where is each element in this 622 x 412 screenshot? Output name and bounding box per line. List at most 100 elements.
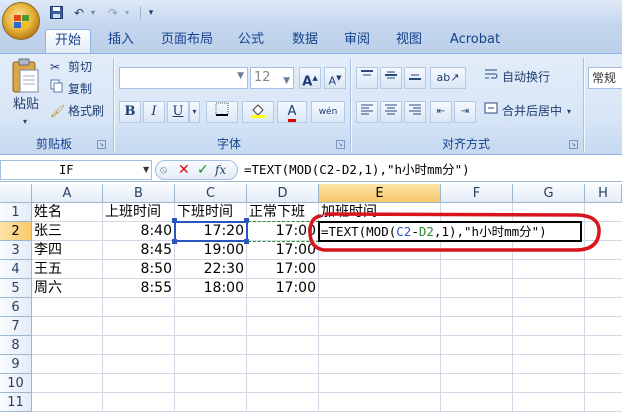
underline-dropdown-icon[interactable]: ▾ — [189, 101, 200, 123]
alignment-group-label: 对齐方式 — [441, 137, 490, 151]
alignment-launcher-icon[interactable]: ↘ — [569, 140, 578, 149]
column-header-c[interactable]: C — [175, 184, 247, 203]
bold-button[interactable]: B — [119, 101, 141, 123]
column-header-f[interactable]: F — [441, 184, 513, 203]
copy-button[interactable]: 复制 — [68, 79, 108, 100]
font-color-button[interactable]: A — [277, 101, 307, 123]
italic-button[interactable]: I — [143, 101, 165, 123]
cell-b2[interactable]: 8:40 — [103, 222, 175, 241]
row-header-9[interactable]: 9 — [0, 355, 32, 374]
tab-view[interactable]: 视图 — [388, 29, 430, 53]
underline-button[interactable]: U — [167, 101, 189, 123]
align-center-button[interactable] — [380, 101, 402, 123]
row-header-5[interactable]: 5 — [0, 279, 32, 298]
column-header-g[interactable]: G — [513, 184, 585, 203]
cell-a1[interactable]: 姓名 — [32, 203, 103, 222]
fill-handle[interactable] — [172, 218, 177, 223]
undo-icon[interactable]: ↶ — [70, 4, 88, 21]
cell-b5[interactable]: 8:55 — [103, 279, 175, 298]
align-middle-button[interactable] — [380, 67, 402, 89]
increase-indent-icon: ⇥ — [460, 106, 470, 117]
row-header-4[interactable]: 4 — [0, 260, 32, 279]
font-size-dropdown[interactable]: 12 ▼ — [250, 67, 294, 89]
row-header-1[interactable]: 1 — [0, 203, 32, 222]
row-header-6[interactable]: 6 — [0, 298, 32, 317]
grow-font-button[interactable]: A▲ — [299, 67, 321, 89]
number-format-dropdown[interactable]: 常规 — [588, 67, 622, 89]
save-icon[interactable] — [48, 4, 64, 21]
paste-dropdown-icon[interactable]: ▾ — [20, 111, 30, 132]
insert-function-button[interactable]: fx — [215, 160, 235, 180]
align-right-button[interactable] — [404, 101, 426, 123]
formula-input[interactable]: =TEXT(MOD(C2-D2,1),"h小时mm分") — [240, 160, 622, 180]
name-box-dropdown-icon[interactable]: ▼ — [143, 162, 153, 178]
borders-button[interactable] — [206, 101, 238, 123]
row-header-3[interactable]: 3 — [0, 241, 32, 260]
merge-dropdown-icon[interactable]: ▾ — [567, 101, 577, 122]
name-box[interactable]: IF — [0, 160, 152, 180]
cell-a3[interactable]: 李四 — [32, 241, 103, 260]
row-header-10[interactable]: 10 — [0, 374, 32, 393]
row-header-8[interactable]: 8 — [0, 336, 32, 355]
tab-acrobat[interactable]: Acrobat — [444, 29, 506, 53]
reference-box-c2 — [174, 221, 248, 242]
fill-handle[interactable] — [172, 239, 177, 244]
cell-c5[interactable]: 18:00 — [175, 279, 247, 298]
formula-bar-handle-icon[interactable]: ⦸ — [160, 162, 174, 178]
undo-dropdown-icon[interactable]: ▾ — [88, 4, 98, 21]
fill-color-button[interactable] — [242, 101, 274, 123]
redo-icon[interactable]: ↷ — [104, 4, 122, 21]
cell-c1[interactable]: 下班时间 — [175, 203, 247, 222]
row-header-2[interactable]: 2 — [0, 222, 32, 241]
group-separator — [113, 58, 114, 152]
orientation-button[interactable]: ab↗ — [430, 67, 466, 89]
cell-a5[interactable]: 周六 — [32, 279, 103, 298]
paste-icon[interactable] — [8, 58, 42, 96]
wrap-text-icon — [484, 67, 500, 88]
column-header-e[interactable]: E — [319, 184, 441, 203]
redo-dropdown-icon[interactable]: ▾ — [122, 4, 132, 21]
select-all-corner[interactable] — [0, 184, 32, 203]
row-header-7[interactable]: 7 — [0, 317, 32, 336]
enter-icon[interactable]: ✓ — [197, 160, 213, 180]
format-painter-button[interactable]: 格式刷 — [68, 101, 108, 122]
cancel-icon[interactable]: ✕ — [178, 160, 194, 180]
tab-page-layout[interactable]: 页面布局 — [154, 29, 220, 53]
cut-button[interactable]: 剪切 — [68, 57, 108, 78]
font-launcher-icon[interactable]: ↘ — [336, 140, 345, 149]
clipboard-launcher-icon[interactable]: ↘ — [97, 140, 106, 149]
increase-indent-button[interactable]: ⇥ — [454, 101, 476, 123]
tab-data[interactable]: 数据 — [284, 29, 326, 53]
decrease-indent-button[interactable]: ⇤ — [430, 101, 452, 123]
customize-qat-icon[interactable]: ▾ — [145, 4, 157, 21]
merge-center-icon — [484, 101, 500, 122]
align-middle-icon — [385, 71, 397, 79]
cell-b4[interactable]: 8:50 — [103, 260, 175, 279]
shrink-font-button[interactable]: A▼ — [324, 67, 346, 89]
wrap-text-button[interactable]: 自动换行 — [502, 67, 568, 88]
tab-home[interactable]: 开始 — [45, 29, 91, 53]
cell-b1[interactable]: 上班时间 — [103, 203, 175, 222]
cell-d4[interactable]: 17:00 — [247, 260, 319, 279]
cell-d5[interactable]: 17:00 — [247, 279, 319, 298]
align-left-button[interactable] — [356, 101, 378, 123]
row-header-11[interactable]: 11 — [0, 393, 32, 412]
tab-insert[interactable]: 插入 — [100, 29, 142, 53]
tab-formulas[interactable]: 公式 — [230, 29, 272, 53]
align-top-button[interactable] — [356, 67, 378, 89]
column-header-h[interactable]: H — [585, 184, 622, 203]
phonetic-button[interactable]: wén — [311, 101, 345, 123]
merge-center-button[interactable]: 合并后居中 — [502, 101, 566, 122]
cell-a4[interactable]: 王五 — [32, 260, 103, 279]
cell-a2[interactable]: 张三 — [32, 222, 103, 241]
cell-c3[interactable]: 19:00 — [175, 241, 247, 260]
font-name-dropdown[interactable]: ▼ — [119, 67, 248, 89]
cell-c4[interactable]: 22:30 — [175, 260, 247, 279]
column-header-d[interactable]: D — [247, 184, 319, 203]
cell-b3[interactable]: 8:45 — [103, 241, 175, 260]
tab-review[interactable]: 审阅 — [336, 29, 378, 53]
column-header-b[interactable]: B — [103, 184, 175, 203]
column-header-a[interactable]: A — [32, 184, 103, 203]
align-bottom-button[interactable] — [404, 67, 426, 89]
office-button[interactable] — [2, 2, 40, 40]
